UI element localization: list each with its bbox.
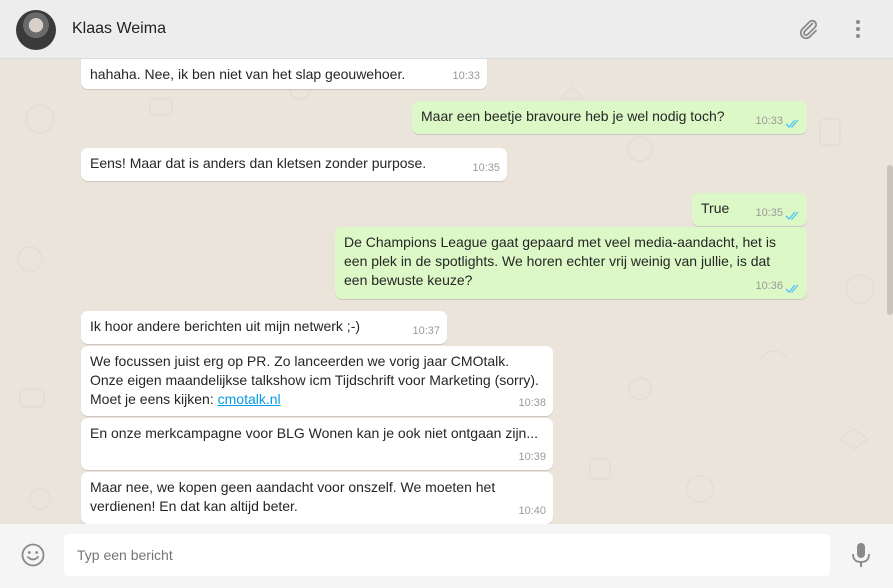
scrollbar-thumb[interactable] <box>887 165 893 315</box>
chat-scrollbar[interactable] <box>887 59 893 524</box>
message-time: 10:35 <box>755 207 783 219</box>
message-text: hahaha. Nee, ik ben niet van het slap ge… <box>90 66 406 82</box>
message-bubble-incoming[interactable]: We focussen juist erg op PR. Zo lanceerd… <box>81 346 553 416</box>
emoji-icon[interactable] <box>20 542 46 568</box>
message-bubble-incoming[interactable]: Eens! Maar dat is anders dan kletsen zon… <box>81 148 507 181</box>
message-text: True <box>701 200 730 216</box>
message-time: 10:39 <box>518 451 546 463</box>
message-bubble-incoming[interactable]: Maar nee, we kopen geen aandacht voor on… <box>81 472 553 524</box>
message-time: 10:36 <box>755 280 783 292</box>
cmotalk-link[interactable]: cmotalk.nl <box>218 391 281 407</box>
message-text: Maar nee, we kopen geen aandacht voor on… <box>90 479 496 514</box>
message-text: We focussen juist erg op PR. Zo lanceerd… <box>90 353 539 407</box>
message-text: Eens! Maar dat is anders dan kletsen zon… <box>90 155 427 171</box>
message-time: 10:38 <box>518 397 546 409</box>
message-bubble-outgoing[interactable]: Maar een beetje bravoure heb je wel nodi… <box>412 101 807 134</box>
contact-name[interactable]: Klaas Weima <box>72 20 166 38</box>
read-receipt-icon <box>785 284 799 293</box>
message-time: 10:35 <box>472 162 500 174</box>
composer-bar <box>0 524 893 588</box>
message-bubble-outgoing[interactable]: De Champions League gaat gepaard met vee… <box>335 227 807 299</box>
message-time: 10:40 <box>518 505 546 517</box>
message-bubble-incoming[interactable]: Ik hoor andere berichten uit mijn netwer… <box>81 311 447 344</box>
contact-avatar[interactable] <box>16 10 56 50</box>
read-receipt-icon <box>785 211 799 220</box>
microphone-icon[interactable] <box>850 542 872 568</box>
message-bubble-outgoing[interactable]: True 10:35 <box>692 193 807 226</box>
message-text: En onze merkcampagne voor BLG Wonen kan … <box>90 425 539 441</box>
message-bubble-incoming[interactable]: hahaha. Nee, ik ben niet van het slap ge… <box>81 59 487 89</box>
message-text: De Champions League gaat gepaard met vee… <box>344 234 776 288</box>
message-list[interactable]: hahaha. Nee, ik ben niet van het slap ge… <box>0 59 893 524</box>
read-receipt-icon <box>785 119 799 128</box>
chat-header: Klaas Weima <box>0 0 893 59</box>
message-text: Maar een beetje bravoure heb je wel nodi… <box>421 108 725 124</box>
paperclip-icon[interactable] <box>796 17 820 41</box>
menu-dots-icon[interactable] <box>846 17 870 41</box>
message-input[interactable] <box>64 534 830 576</box>
message-time: 10:33 <box>452 70 480 82</box>
message-time: 10:33 <box>755 115 783 127</box>
message-text: Ik hoor andere berichten uit mijn netwer… <box>90 318 361 334</box>
message-bubble-incoming[interactable]: En onze merkcampagne voor BLG Wonen kan … <box>81 418 553 470</box>
message-time: 10:37 <box>412 325 440 337</box>
